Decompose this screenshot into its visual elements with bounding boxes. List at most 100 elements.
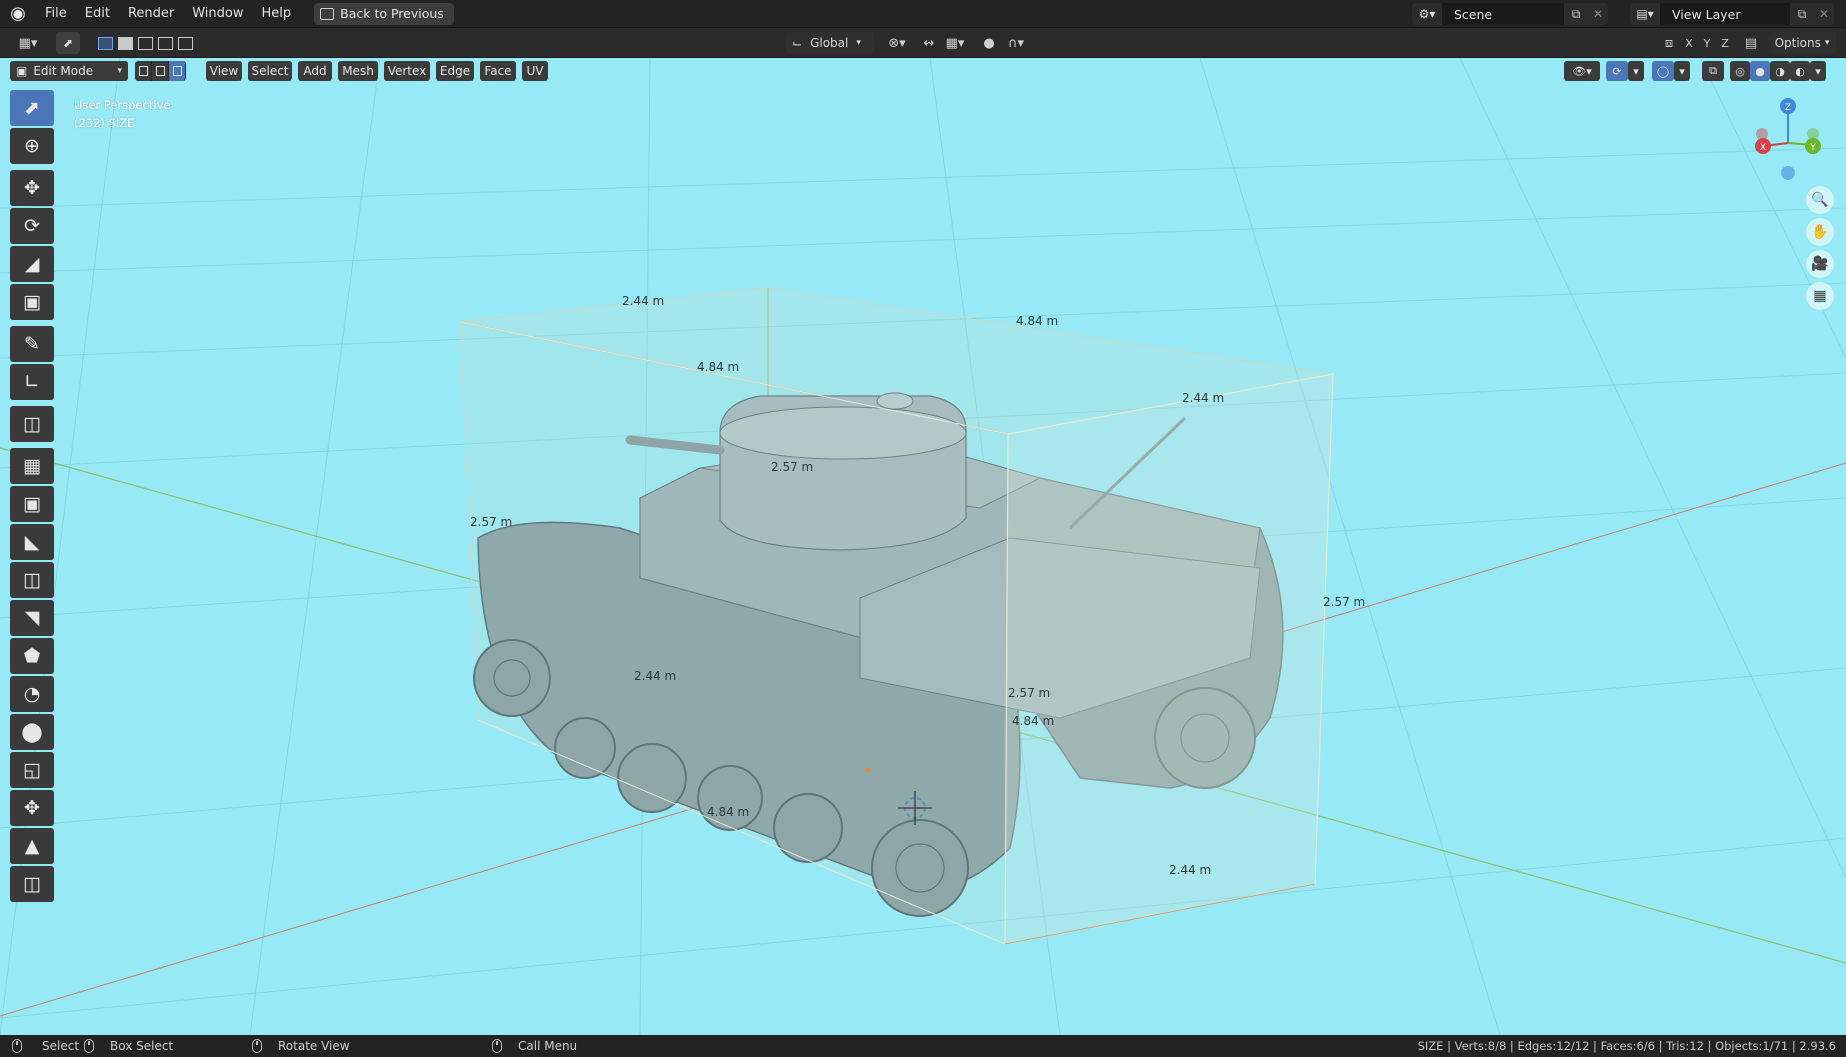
gizmo-dropdown-icon[interactable]: ▾ xyxy=(1628,61,1644,81)
menu-file[interactable]: File xyxy=(36,0,76,28)
status-box-select-label: Box Select xyxy=(110,1039,174,1053)
scene-icon[interactable]: ⚙▾ xyxy=(1412,3,1442,25)
mirror-z-toggle[interactable]: Z xyxy=(1714,32,1736,54)
smooth-tool-icon[interactable]: ⬤ xyxy=(10,714,54,750)
menu-vertex[interactable]: Vertex xyxy=(384,61,430,81)
scene-statistics: SIZE | Verts:8/8 | Edges:12/12 | Faces:6… xyxy=(1417,1039,1836,1053)
proportional-falloff-icon[interactable]: ∩▾ xyxy=(1000,32,1032,54)
object-info-label: (232) SIZE xyxy=(74,116,135,130)
edge-slide-tool-icon[interactable]: ◱ xyxy=(10,752,54,788)
knife-tool-icon[interactable]: ◥ xyxy=(10,600,54,636)
edge-select-icon[interactable] xyxy=(152,61,169,81)
shrink-fatten-tool-icon[interactable]: ✥ xyxy=(10,790,54,826)
select-invert-icon[interactable] xyxy=(154,32,176,54)
tool-settings-bar: ▦▾ ⬈ ⌙ Global ▾ ⊗▾ ↭ ▦▾ ● ∩▾ ⧈ X Y Z ▤ O… xyxy=(0,28,1846,58)
snap-toggle-icon[interactable]: ↭ xyxy=(918,32,940,54)
shear-tool-icon[interactable]: ▲ xyxy=(10,828,54,864)
status-rotate-view-label: Rotate View xyxy=(278,1039,350,1053)
pan-hand-icon[interactable]: ✋ xyxy=(1806,218,1834,246)
mirror-options-icon[interactable]: ⧈ xyxy=(1658,32,1680,54)
delete-view-layer-icon[interactable]: ✕ xyxy=(1814,3,1834,25)
zoom-icon[interactable]: 🔍 xyxy=(1806,186,1834,214)
select-box-tool-icon[interactable]: ⬈ xyxy=(10,90,54,126)
menu-edge[interactable]: Edge xyxy=(436,61,474,81)
3d-viewport[interactable]: Z X Y ▣ Edit Mode ▾ View Select Add Mesh… xyxy=(0,58,1846,1035)
back-to-previous-button[interactable]: Back to Previous xyxy=(314,2,454,25)
select-mode-group xyxy=(135,61,186,81)
inset-tool-icon[interactable]: ▣ xyxy=(10,486,54,522)
rip-region-tool-icon[interactable]: ◫ xyxy=(10,866,54,902)
wireframe-shading-icon[interactable]: ◎ xyxy=(1730,61,1750,81)
view-layer-field[interactable]: View Layer xyxy=(1660,3,1790,25)
menu-add[interactable]: Add xyxy=(298,61,332,81)
rotate-tool-icon[interactable]: ⟳ xyxy=(10,208,54,244)
new-scene-icon[interactable]: ⧉ xyxy=(1564,3,1588,25)
options-dropdown[interactable]: Options ▾ xyxy=(1768,32,1836,54)
navigation-gizmo[interactable]: Z X Y xyxy=(1755,98,1821,180)
dimension-label: 4.84 m xyxy=(707,805,750,819)
face-select-icon[interactable] xyxy=(169,61,186,81)
overlays-toggle-icon[interactable]: ◯ xyxy=(1652,61,1674,81)
menu-mesh[interactable]: Mesh xyxy=(338,61,378,81)
status-box-select: Box Select xyxy=(84,1035,173,1057)
menu-help[interactable]: Help xyxy=(253,0,301,28)
dimension-label: 2.44 m xyxy=(634,669,677,683)
overlays-dropdown-icon[interactable]: ▾ xyxy=(1674,61,1690,81)
snap-element-icon[interactable]: ▦▾ xyxy=(940,32,970,54)
pivot-point-icon[interactable]: ⊗▾ xyxy=(882,32,912,54)
menu-view[interactable]: View xyxy=(206,61,242,81)
editor-type-icon[interactable]: ▦▾ xyxy=(14,32,42,54)
scene-selector: ⚙▾ Scene ⧉ ✕ xyxy=(1412,3,1608,25)
menu-face[interactable]: Face xyxy=(480,61,516,81)
auto-merge-icon[interactable]: ▤ xyxy=(1740,32,1762,54)
scale-tool-icon[interactable]: ◢ xyxy=(10,246,54,282)
delete-scene-icon[interactable]: ✕ xyxy=(1588,3,1608,25)
dimension-label: 2.44 m xyxy=(1182,391,1225,405)
material-shading-icon[interactable]: ◑ xyxy=(1770,61,1790,81)
new-view-layer-icon[interactable]: ⧉ xyxy=(1790,3,1814,25)
solid-shading-icon[interactable]: ● xyxy=(1750,61,1770,81)
transform-tool-icon[interactable]: ▣ xyxy=(10,284,54,320)
status-select-label: Select xyxy=(42,1039,80,1053)
menu-render[interactable]: Render xyxy=(119,0,183,28)
screen-icon xyxy=(320,7,335,20)
gizmo-x-label: X xyxy=(1760,143,1766,153)
proportional-editing-icon[interactable]: ● xyxy=(978,32,1000,54)
cursor-tool-icon[interactable]: ⊕ xyxy=(10,128,54,164)
menu-select[interactable]: Select xyxy=(248,61,292,81)
xray-toggle-icon[interactable]: ⧉ xyxy=(1702,61,1724,81)
measure-tool-icon[interactable]: ∟ xyxy=(10,364,54,400)
perspective-label: User Perspective xyxy=(74,98,171,112)
scene-name-field[interactable]: Scene xyxy=(1442,3,1564,25)
dimension-label: 4.84 m xyxy=(1016,314,1059,328)
dimension-label: 2.57 m xyxy=(771,460,814,474)
bevel-tool-icon[interactable]: ◣ xyxy=(10,524,54,560)
shading-dropdown-icon[interactable]: ▾ xyxy=(1810,61,1826,81)
perspective-toggle-icon[interactable]: ▦ xyxy=(1806,282,1834,310)
cursor-tool-icon[interactable]: ⬈ xyxy=(56,32,80,54)
select-subtract-icon[interactable] xyxy=(134,32,156,54)
rendered-shading-icon[interactable]: ◐ xyxy=(1790,61,1810,81)
blender-logo-icon[interactable]: ◉ xyxy=(0,0,36,28)
mode-dropdown[interactable]: ▣ Edit Mode ▾ xyxy=(10,61,128,81)
move-tool-icon[interactable]: ✥ xyxy=(10,170,54,206)
select-extend-icon[interactable] xyxy=(114,32,136,54)
loop-cut-tool-icon[interactable]: ◫ xyxy=(10,562,54,598)
select-intersect-icon[interactable] xyxy=(174,32,196,54)
transform-orientation-dropdown[interactable]: ⌙ Global ▾ xyxy=(786,32,874,54)
select-new-icon[interactable] xyxy=(94,32,116,54)
camera-view-icon[interactable]: 🎥 xyxy=(1806,250,1834,278)
extrude-tool-icon[interactable]: ▦ xyxy=(10,448,54,484)
spin-tool-icon[interactable]: ◔ xyxy=(10,676,54,712)
menu-uv[interactable]: UV xyxy=(522,61,548,81)
visibility-toggle-icon[interactable]: 👁▾ xyxy=(1564,61,1600,81)
viewport-scene-canvas[interactable]: Z X Y xyxy=(0,58,1846,1035)
vertex-select-icon[interactable] xyxy=(135,61,152,81)
annotate-tool-icon[interactable]: ✎ xyxy=(10,326,54,362)
menu-edit[interactable]: Edit xyxy=(76,0,119,28)
poly-build-tool-icon[interactable]: ⬟ xyxy=(10,638,54,674)
view-layer-icon[interactable]: ▤▾ xyxy=(1630,3,1660,25)
menu-window[interactable]: Window xyxy=(183,0,252,28)
gizmo-toggle-icon[interactable]: ⟳ xyxy=(1606,61,1628,81)
add-cube-tool-icon[interactable]: ◫ xyxy=(10,406,54,442)
